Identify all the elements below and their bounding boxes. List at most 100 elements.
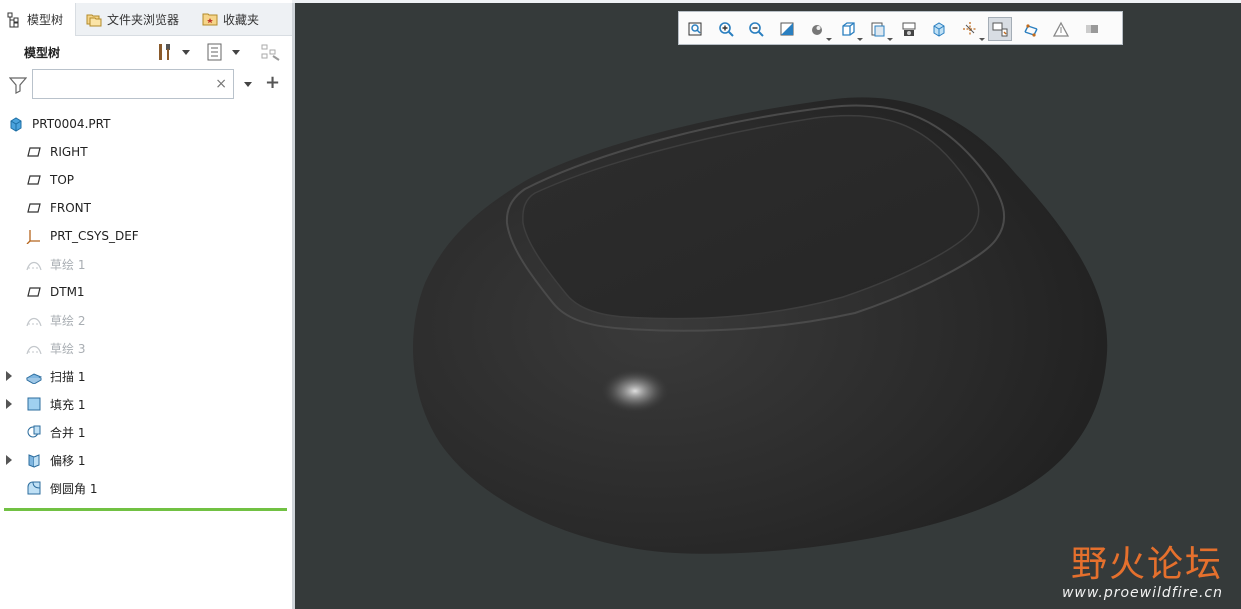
tree-columns-icon: [207, 43, 222, 61]
watermark-title: 野火论坛: [1070, 544, 1223, 585]
tree-node[interactable]: 草绘 3: [26, 334, 85, 362]
display-style-button[interactable]: [805, 17, 832, 41]
fill-icon: [27, 397, 41, 411]
merge-icon: [27, 425, 41, 438]
tree-columns-button[interactable]: [206, 41, 240, 63]
watermark-url: www.proewildfire.cn: [1061, 585, 1223, 601]
view-manager-icon: [871, 22, 885, 37]
sketch-icon: [26, 261, 42, 271]
search-input[interactable]: [37, 71, 216, 99]
repaint-button[interactable]: [775, 17, 799, 41]
tree-node-label: 合并 1: [50, 425, 86, 440]
expand-arrow-icon[interactable]: [6, 455, 12, 465]
clear-search-icon[interactable]: ×: [215, 76, 227, 92]
tree-node[interactable]: PRT_CSYS_DEF: [26, 222, 139, 250]
tab-folder-browser[interactable]: 文件夹浏览器: [80, 3, 192, 35]
refit-button[interactable]: [683, 17, 707, 41]
datum-plane-icon: [27, 147, 41, 157]
round-icon: [27, 481, 41, 495]
chevron-down-icon: [182, 49, 190, 55]
tree-node-label: 草绘 3: [50, 341, 86, 356]
datum-display-icon: [962, 22, 977, 36]
model-3d-render: [413, 97, 1108, 554]
tree-node[interactable]: 偏移 1: [6, 446, 86, 474]
tree-node-label: PRT_CSYS_DEF: [50, 229, 139, 243]
perspective-view-button[interactable]: [897, 17, 921, 41]
tree-node[interactable]: 草绘 1: [26, 250, 85, 278]
zoom-out-button[interactable]: [744, 17, 768, 41]
search-options-chevron-icon[interactable]: [244, 82, 252, 87]
zoom-in-button[interactable]: [714, 17, 738, 41]
tab-label: 文件夹浏览器: [107, 12, 180, 27]
filter-row: × +: [0, 68, 292, 102]
refit-icon: [688, 22, 702, 36]
sketch-icon: [26, 317, 42, 327]
panel-tab-bar: 模型树 文件夹浏览器 收藏夹: [0, 3, 292, 36]
view-manager-button[interactable]: [866, 17, 893, 41]
tree-node-label: 扫描 1: [50, 369, 86, 384]
tab-favorites[interactable]: 收藏夹: [196, 3, 272, 35]
model-specular-highlight: [601, 369, 669, 413]
search-field[interactable]: ×: [32, 69, 234, 99]
zoom-out-icon: [749, 22, 764, 37]
zoom-in-icon: [718, 22, 734, 37]
chevron-down-icon: [232, 49, 240, 55]
part-icon: [10, 117, 22, 132]
graphics-viewport[interactable]: 野火论坛 www.proewildfire.cn: [295, 3, 1241, 609]
plane-display-button[interactable]: [1019, 17, 1043, 41]
tree-node[interactable]: RIGHT: [26, 138, 88, 166]
tree-node[interactable]: DTM1: [26, 278, 85, 306]
datum-display-button[interactable]: [958, 17, 985, 41]
tree-node[interactable]: 草绘 2: [26, 306, 85, 334]
tree-root-node[interactable]: PRT0004.PRT: [8, 110, 110, 138]
tree-node[interactable]: FRONT: [26, 194, 91, 222]
folder-browser-icon: [86, 14, 102, 27]
filter-icon[interactable]: [9, 76, 27, 94]
spin-center-button[interactable]: [927, 17, 951, 41]
tree-node-label: 填充 1: [50, 397, 86, 412]
flyout-arrow-icon: [856, 38, 863, 41]
datum-plane-icon: [27, 175, 41, 185]
axis-display-button[interactable]: [1049, 17, 1073, 41]
datum-plane-icon: [27, 287, 41, 297]
expand-arrow-icon[interactable]: [6, 399, 12, 409]
tree-node-label: 草绘 1: [50, 257, 86, 272]
tree-node-label: PRT0004.PRT: [32, 117, 111, 131]
watermark: 野火论坛 www.proewildfire.cn: [1061, 544, 1223, 602]
tree-node-label: 草绘 2: [50, 313, 86, 328]
expand-arrow-icon[interactable]: [6, 371, 12, 381]
tree-node[interactable]: 扫描 1: [6, 362, 86, 390]
repaint-icon: [780, 22, 793, 36]
tools-icon: [159, 44, 170, 60]
plane-display-icon: [1023, 24, 1038, 37]
add-filter-icon[interactable]: +: [265, 72, 280, 93]
saved-orientations-button[interactable]: [836, 17, 863, 41]
insert-here-line[interactable]: [4, 508, 287, 511]
tree-node[interactable]: 倒圆角 1: [26, 474, 97, 502]
tree-node[interactable]: 合并 1: [26, 418, 85, 446]
tab-label: 收藏夹: [223, 12, 260, 27]
point-display-button[interactable]: [1080, 17, 1104, 41]
show-hidden-button[interactable]: [260, 41, 282, 63]
panel-title: 模型树: [24, 46, 61, 60]
show-hidden-icon: [261, 44, 280, 61]
sketch-icon: [26, 345, 42, 355]
axis-display-icon: [1052, 21, 1070, 37]
point-display-icon: [1085, 25, 1098, 33]
model-tree-panel: 模型树 文件夹浏览器 收藏夹 模型树 × + PRT0004.PRT RIGHT…: [0, 0, 292, 609]
perspective-view-icon: [902, 22, 915, 36]
tree-node[interactable]: TOP: [26, 166, 74, 194]
tree-node[interactable]: 填充 1: [6, 390, 86, 418]
spin-center-icon: [933, 22, 945, 37]
tab-model-tree[interactable]: 模型树: [0, 3, 76, 36]
annotation-display-button[interactable]: [988, 17, 1012, 41]
tree-node-label: DTM1: [50, 285, 85, 299]
flyout-arrow-icon: [978, 38, 985, 41]
favorites-icon: [202, 13, 218, 26]
tree-settings-button[interactable]: [156, 41, 190, 63]
panel-header: 模型树: [0, 38, 292, 66]
tree-node-label: 偏移 1: [50, 453, 86, 468]
sweep-icon: [26, 373, 42, 384]
tree-node-label: TOP: [50, 173, 75, 187]
tab-label: 模型树: [27, 13, 64, 27]
